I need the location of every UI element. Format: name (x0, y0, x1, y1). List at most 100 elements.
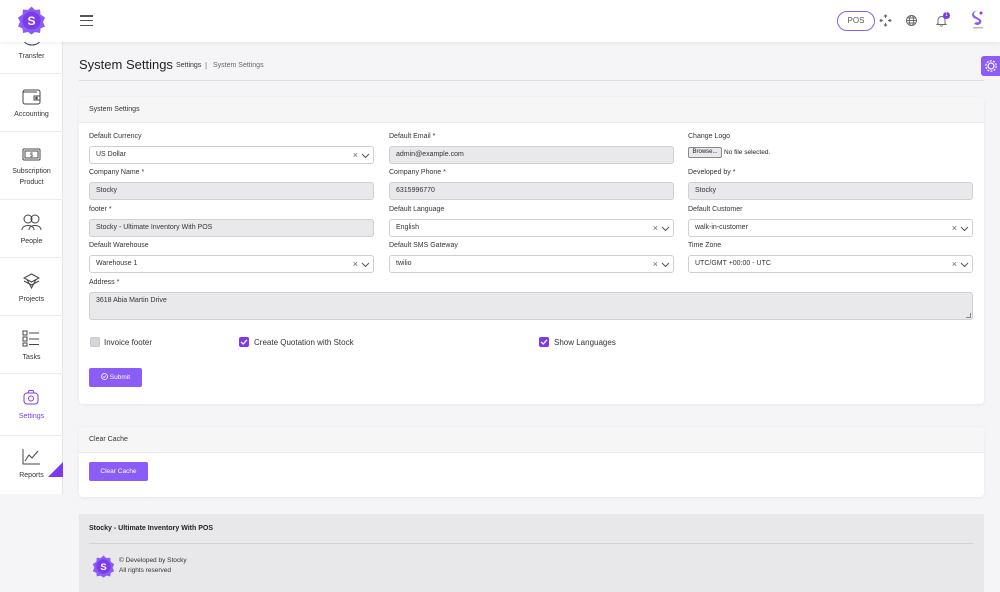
footer-field[interactable]: Stocky - Ultimate Inventory With POS (89, 219, 374, 237)
gear-icon (985, 60, 997, 72)
clear-cache-card: Clear Cache (79, 427, 984, 497)
wallet-icon (22, 89, 41, 105)
default-currency-label: Default Currency (89, 133, 142, 140)
card-header: Clear Cache (79, 427, 984, 453)
breadcrumb-current: System Settings (213, 62, 264, 69)
footer-title: Stocky - Ultimate Inventory With POS (89, 525, 214, 532)
change-logo-label: Change Logo (688, 133, 731, 140)
company-phone-label: Company Phone * (389, 169, 446, 176)
pos-button[interactable]: POS (837, 11, 875, 31)
address-label: Address * (89, 279, 120, 286)
company-phone-field[interactable]: 6315996770 (389, 182, 674, 200)
sidebar-item-subscription-product[interactable]: $ Subscription Product (0, 132, 63, 200)
sidebar-item-accounting[interactable]: Accounting (0, 74, 63, 132)
fullscreen-icon[interactable] (879, 14, 892, 27)
top-navbar: S POS 1 (0, 0, 1000, 42)
sidebar: Transfer Accounting $ Subscription Produ… (0, 40, 63, 494)
clear-icon[interactable]: × (353, 256, 358, 272)
developed-by-field[interactable]: Stocky (688, 182, 973, 200)
sidebar-item-transfer[interactable]: Transfer (0, 40, 63, 74)
breadcrumb-settings[interactable]: Settings (176, 62, 201, 69)
time-zone-label: Time Zone (688, 242, 722, 249)
default-warehouse-label: Default Warehouse (89, 242, 149, 249)
people-icon (21, 214, 42, 231)
default-language-select[interactable]: English × (389, 219, 674, 237)
card-title: System Settings (89, 106, 140, 113)
sidebar-item-people[interactable]: People (0, 200, 63, 258)
card-title: Clear Cache (89, 436, 128, 443)
check-icon (540, 339, 548, 345)
svg-text:S: S (27, 14, 35, 28)
notification-badge: 1 (943, 12, 950, 19)
card-header: System Settings (79, 97, 984, 123)
svg-text:S: S (100, 562, 106, 573)
footer-label: footer * (89, 206, 112, 213)
money-icon: $ (22, 148, 41, 161)
chevron-down-icon (661, 262, 670, 268)
default-sms-gateway-select[interactable]: twilio × (389, 255, 674, 273)
sidebar-item-label: Accounting (14, 111, 49, 118)
show-languages-label: Show Languages (554, 338, 616, 347)
page-title: System Settings (79, 57, 173, 72)
sidebar-item-label: Reports (19, 472, 44, 479)
sidebar-item-label: Tasks (22, 354, 41, 361)
sidebar-item-label: Transfer (18, 53, 45, 60)
default-language-label: Default Language (389, 206, 445, 213)
clear-icon[interactable]: × (653, 220, 658, 236)
tasks-icon (22, 330, 39, 347)
developed-by-label: Developed by * (688, 169, 736, 176)
divider (89, 543, 973, 544)
default-customer-select[interactable]: walk-in-customer × (688, 219, 973, 237)
sidebar-item-label: Projects (18, 296, 45, 303)
chevron-down-icon (661, 226, 670, 232)
chart-icon (22, 449, 40, 465)
sidebar-item-label: Subscription Product (12, 168, 51, 186)
globe-icon[interactable] (905, 14, 918, 27)
sidebar-item-tasks[interactable]: Tasks (0, 316, 63, 374)
chevron-down-icon (361, 262, 370, 268)
system-settings-card: System Settings (79, 97, 984, 404)
clear-icon[interactable]: × (353, 147, 358, 163)
sidebar-item-projects[interactable]: Projects (0, 258, 63, 316)
browse-button[interactable]: Browse... (688, 147, 722, 158)
default-sms-gateway-label: Default SMS Gateway (389, 242, 458, 249)
address-textarea[interactable]: 3618 Abia Martin Drive (89, 292, 973, 320)
sidebar-item-settings[interactable]: Settings (0, 374, 63, 436)
divider (79, 80, 984, 81)
sidebar-item-label: People (20, 238, 43, 245)
submit-button[interactable]: Submit (89, 368, 142, 387)
create-quotation-label: Create Quotation with Stock (254, 338, 354, 347)
default-currency-select[interactable]: US Dollar × (89, 146, 374, 164)
clear-icon[interactable]: × (653, 256, 658, 272)
invoice-footer-label: Invoice footer (104, 338, 153, 347)
footer-rights: All rights reserved (119, 567, 172, 574)
default-warehouse-select[interactable]: Warehouse 1 × (89, 255, 374, 273)
chevron-down-icon (960, 262, 969, 268)
breadcrumb-separator: | (205, 61, 208, 70)
customizer-button[interactable] (981, 56, 1000, 76)
create-quotation-checkbox[interactable] (239, 337, 249, 347)
menu-icon[interactable] (80, 15, 93, 26)
default-email-label: Default Email * (389, 133, 436, 140)
clear-icon[interactable]: × (952, 256, 957, 272)
sidebar-item-label: Settings (18, 413, 45, 420)
clear-cache-button[interactable]: Clear Cache (89, 462, 148, 481)
default-customer-label: Default Customer (688, 206, 743, 213)
check-circle-icon (101, 373, 108, 380)
file-status: No file selected. (724, 149, 771, 156)
default-email-field[interactable]: admin@example.com (389, 146, 674, 164)
company-name-field[interactable]: Stocky (89, 182, 374, 200)
footer-logo: S (92, 555, 115, 578)
layers-icon (23, 273, 40, 289)
user-avatar-icon[interactable] (970, 10, 986, 30)
company-name-label: Company Name * (89, 169, 145, 176)
sidebar-item-reports[interactable]: Reports (0, 436, 63, 494)
chevron-down-icon (361, 153, 370, 159)
invoice-footer-checkbox[interactable] (90, 337, 100, 347)
time-zone-select[interactable]: UTC/GMT +00:00 - UTC × (688, 255, 973, 273)
resize-handle[interactable] (966, 313, 971, 318)
clear-icon[interactable]: × (952, 220, 957, 236)
show-languages-checkbox[interactable] (539, 337, 549, 347)
app-logo[interactable]: S (17, 6, 46, 35)
page-footer: Stocky - Ultimate Inventory With POS S ©… (79, 514, 984, 592)
